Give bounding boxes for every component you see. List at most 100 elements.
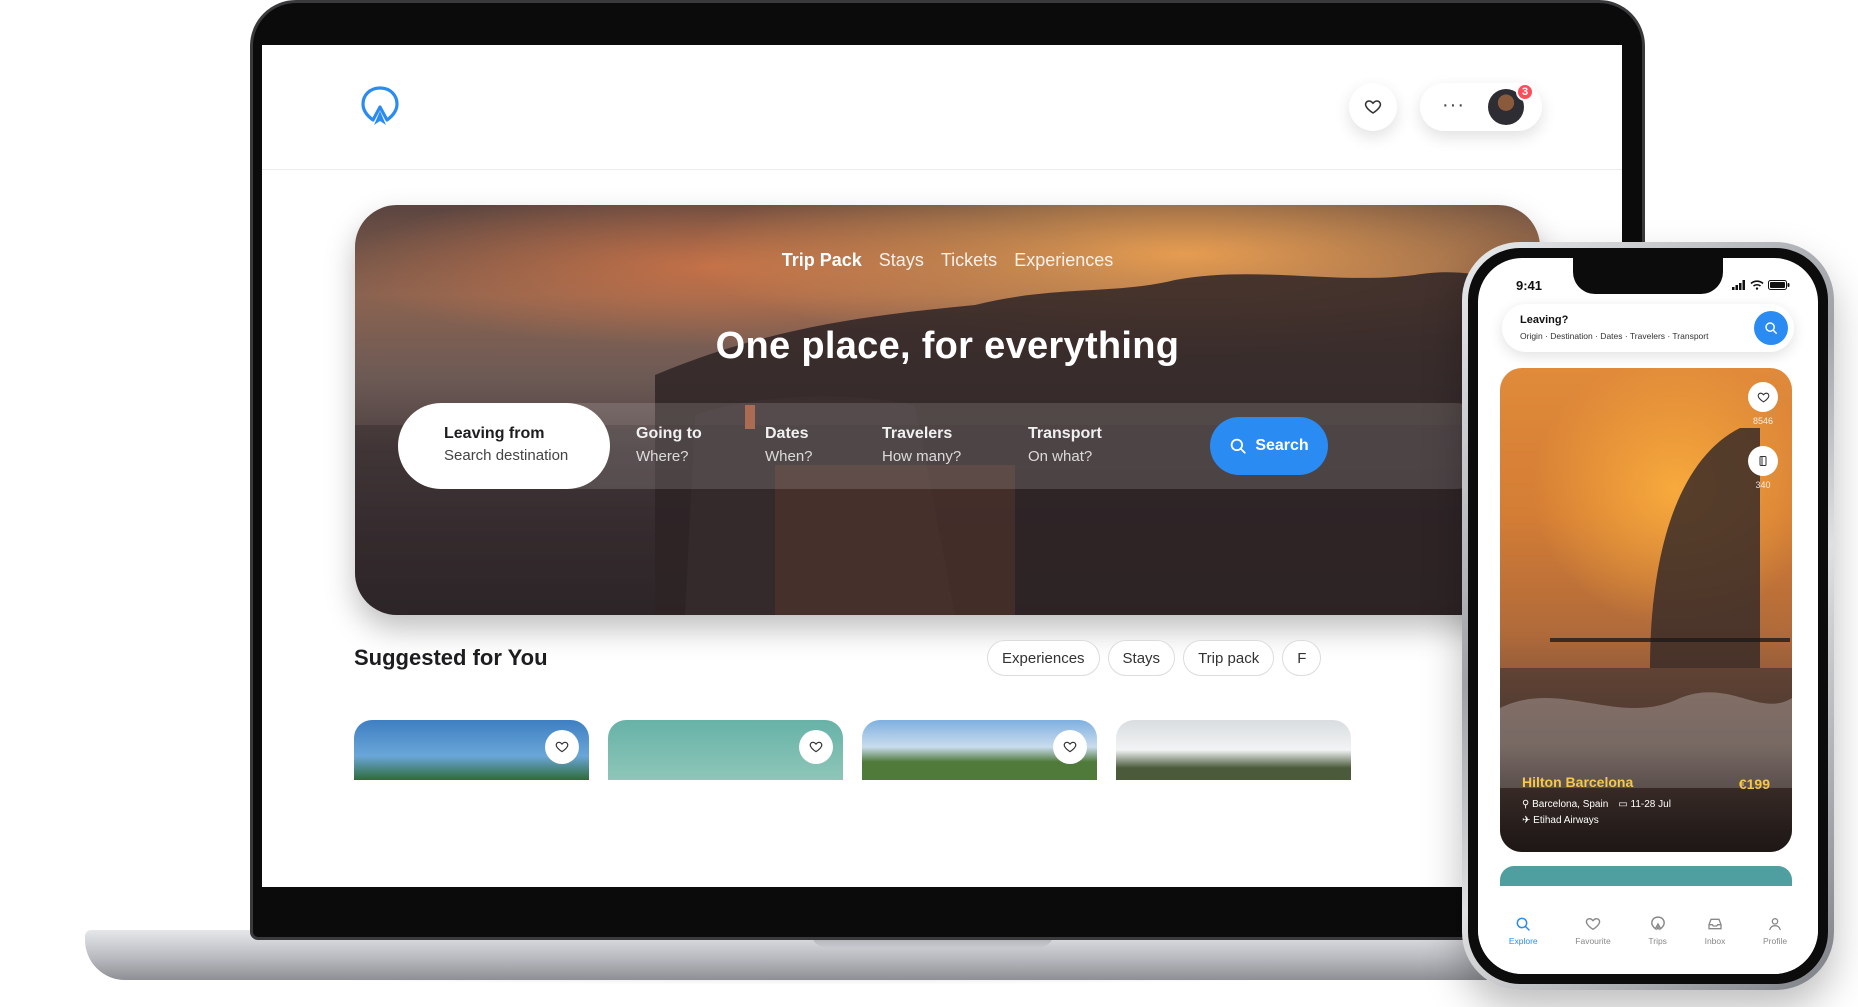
hotel-dates: ▭ 11-28 Jul <box>1618 799 1671 810</box>
hotel-location: ⚲ Barcelona, Spain <box>1522 799 1608 810</box>
location-pin-icon: ⚲ <box>1522 799 1530 810</box>
suggested-title: Suggested for You <box>354 645 548 670</box>
suggested-card[interactable] <box>862 720 1097 780</box>
heart-icon <box>1364 100 1382 114</box>
transport-label: Transport <box>1028 425 1102 442</box>
search-button[interactable]: Search <box>1210 417 1328 475</box>
tab-stays[interactable]: Stays <box>879 250 924 270</box>
hotel-saves-count: 340 <box>1755 480 1771 490</box>
top-navigation: ··· 3 <box>262 45 1622 170</box>
hero-tabs: Trip Pack Stays Tickets Experiences <box>355 250 1540 271</box>
tab-trips-label: Trips <box>1648 936 1667 946</box>
going-to-placeholder: Where? <box>636 448 689 465</box>
notification-badge: 3 <box>1516 83 1534 101</box>
hotel-card[interactable]: 8546 340 Hilton Barcelona €199 ⚲ Barcelo… <box>1500 368 1792 852</box>
suggested-card[interactable] <box>1116 720 1351 780</box>
hotel-likes-count: 8546 <box>1752 416 1774 426</box>
tab-favourite-label: Favourite <box>1575 936 1611 946</box>
battery-icon <box>1768 280 1790 290</box>
hotel-save-button[interactable] <box>1748 446 1778 476</box>
category-chips: Experiences Stays Trip pack F <box>987 640 1322 676</box>
tab-trips[interactable]: Trips <box>1648 916 1667 974</box>
calendar-icon: ▭ <box>1618 799 1628 810</box>
going-to-label: Going to <box>636 425 702 442</box>
heart-icon <box>809 741 823 753</box>
tab-explore[interactable]: Explore <box>1509 916 1538 974</box>
hero-banner: Trip Pack Stays Tickets Experiences One … <box>355 205 1540 615</box>
mobile-search-label: Leaving? <box>1520 314 1569 326</box>
leaving-from-field[interactable]: Leaving from Search destination <box>398 403 610 489</box>
copy-icon <box>1759 456 1767 466</box>
hotel-dates-text: 11-28 Jul <box>1630 799 1671 810</box>
search-icon <box>1765 322 1778 335</box>
chip-experiences[interactable]: Experiences <box>987 640 1100 676</box>
mobile-tab-bar: Explore Favourite Trips Inbox Profile <box>1478 906 1818 974</box>
search-icon <box>1516 917 1530 931</box>
hotel-name: Hilton Barcelona <box>1522 774 1634 790</box>
next-hotel-card[interactable] <box>1500 866 1792 886</box>
phone-bezel: 9:41 Leaving? Origin · Destination · Dat… <box>1468 248 1828 984</box>
leaving-from-placeholder: Search destination <box>444 447 569 464</box>
transport-placeholder: On what? <box>1028 448 1093 465</box>
tab-tickets[interactable]: Tickets <box>941 250 997 270</box>
hotel-favourite-button[interactable] <box>1748 382 1778 412</box>
tab-inbox[interactable]: Inbox <box>1704 916 1726 974</box>
hero-title: One place, for everything <box>715 325 1180 367</box>
mobile-search-button[interactable] <box>1754 311 1788 345</box>
card-favourite-button[interactable] <box>799 730 833 764</box>
travelers-field[interactable]: Travelers How many? <box>882 425 961 465</box>
heart-icon <box>1757 392 1769 402</box>
hotel-meta: ⚲ Barcelona, Spain ▭ 11-28 Jul <box>1522 799 1671 810</box>
dates-label: Dates <box>765 425 809 442</box>
tab-experiences[interactable]: Experiences <box>1014 250 1113 270</box>
heart-icon <box>1585 917 1601 931</box>
plane-icon: ✈ <box>1522 815 1531 826</box>
card-favourite-button[interactable] <box>1053 730 1087 764</box>
going-to-field[interactable]: Going to Where? <box>636 425 702 465</box>
wifi-icon <box>1750 280 1764 290</box>
app-logo-icon <box>1650 916 1665 931</box>
heart-icon <box>555 741 569 753</box>
tab-trip-pack[interactable]: Trip Pack <box>782 250 862 270</box>
chip-trip-pack[interactable]: Trip pack <box>1183 640 1275 676</box>
phone-device: 9:41 Leaving? Origin · Destination · Dat… <box>1462 242 1834 990</box>
chip-more[interactable]: F <box>1282 640 1322 676</box>
tab-inbox-label: Inbox <box>1704 936 1726 946</box>
hotel-location-text: Barcelona, Spain <box>1532 799 1609 810</box>
user-icon <box>1769 918 1782 931</box>
card-favourite-button[interactable] <box>545 730 579 764</box>
status-time: 9:41 <box>1516 278 1543 293</box>
suggested-card[interactable] <box>354 720 589 780</box>
hotel-price: €199 <box>1738 776 1770 792</box>
mobile-search-hint: Origin · Destination · Dates · Travelers… <box>1520 331 1709 341</box>
transport-field[interactable]: Transport On what? <box>1028 425 1102 465</box>
search-bar: Leaving from Search destination Going to… <box>398 403 1498 489</box>
dates-field[interactable]: Dates When? <box>765 425 813 465</box>
search-button-label: Search <box>1255 437 1309 454</box>
mobile-screen: 9:41 Leaving? Origin · Destination · Dat… <box>1478 258 1818 974</box>
status-icons <box>1732 280 1790 290</box>
tab-explore-label: Explore <box>1508 936 1538 946</box>
search-icon <box>1231 438 1246 454</box>
tab-profile-label: Profile <box>1763 936 1788 946</box>
mobile-search-bar[interactable]: Leaving? Origin · Destination · Dates · … <box>1502 304 1794 352</box>
hotel-actions: 8546 340 <box>1748 382 1778 506</box>
tab-favourite[interactable]: Favourite <box>1575 916 1611 974</box>
desktop-screen: ··· 3 Trip Pack Stays Tickets Experience… <box>262 45 1622 887</box>
phone-notch <box>1573 258 1723 294</box>
travelers-placeholder: How many? <box>882 448 962 465</box>
user-menu[interactable]: ··· 3 <box>1420 83 1542 131</box>
hotel-airline-text: Etihad Airways <box>1533 815 1599 826</box>
app-logo-icon[interactable] <box>360 85 400 129</box>
travelers-label: Travelers <box>882 425 953 442</box>
suggested-card[interactable] <box>608 720 843 780</box>
leaving-from-label: Leaving from <box>444 425 545 442</box>
heart-icon <box>1063 741 1077 753</box>
favourites-button[interactable] <box>1349 83 1397 131</box>
tab-profile[interactable]: Profile <box>1763 916 1787 974</box>
inbox-icon <box>1708 918 1722 930</box>
dates-placeholder: When? <box>765 448 813 465</box>
more-icon[interactable]: ··· <box>1442 94 1465 117</box>
chip-stays[interactable]: Stays <box>1107 640 1176 676</box>
signal-icon <box>1732 280 1745 290</box>
